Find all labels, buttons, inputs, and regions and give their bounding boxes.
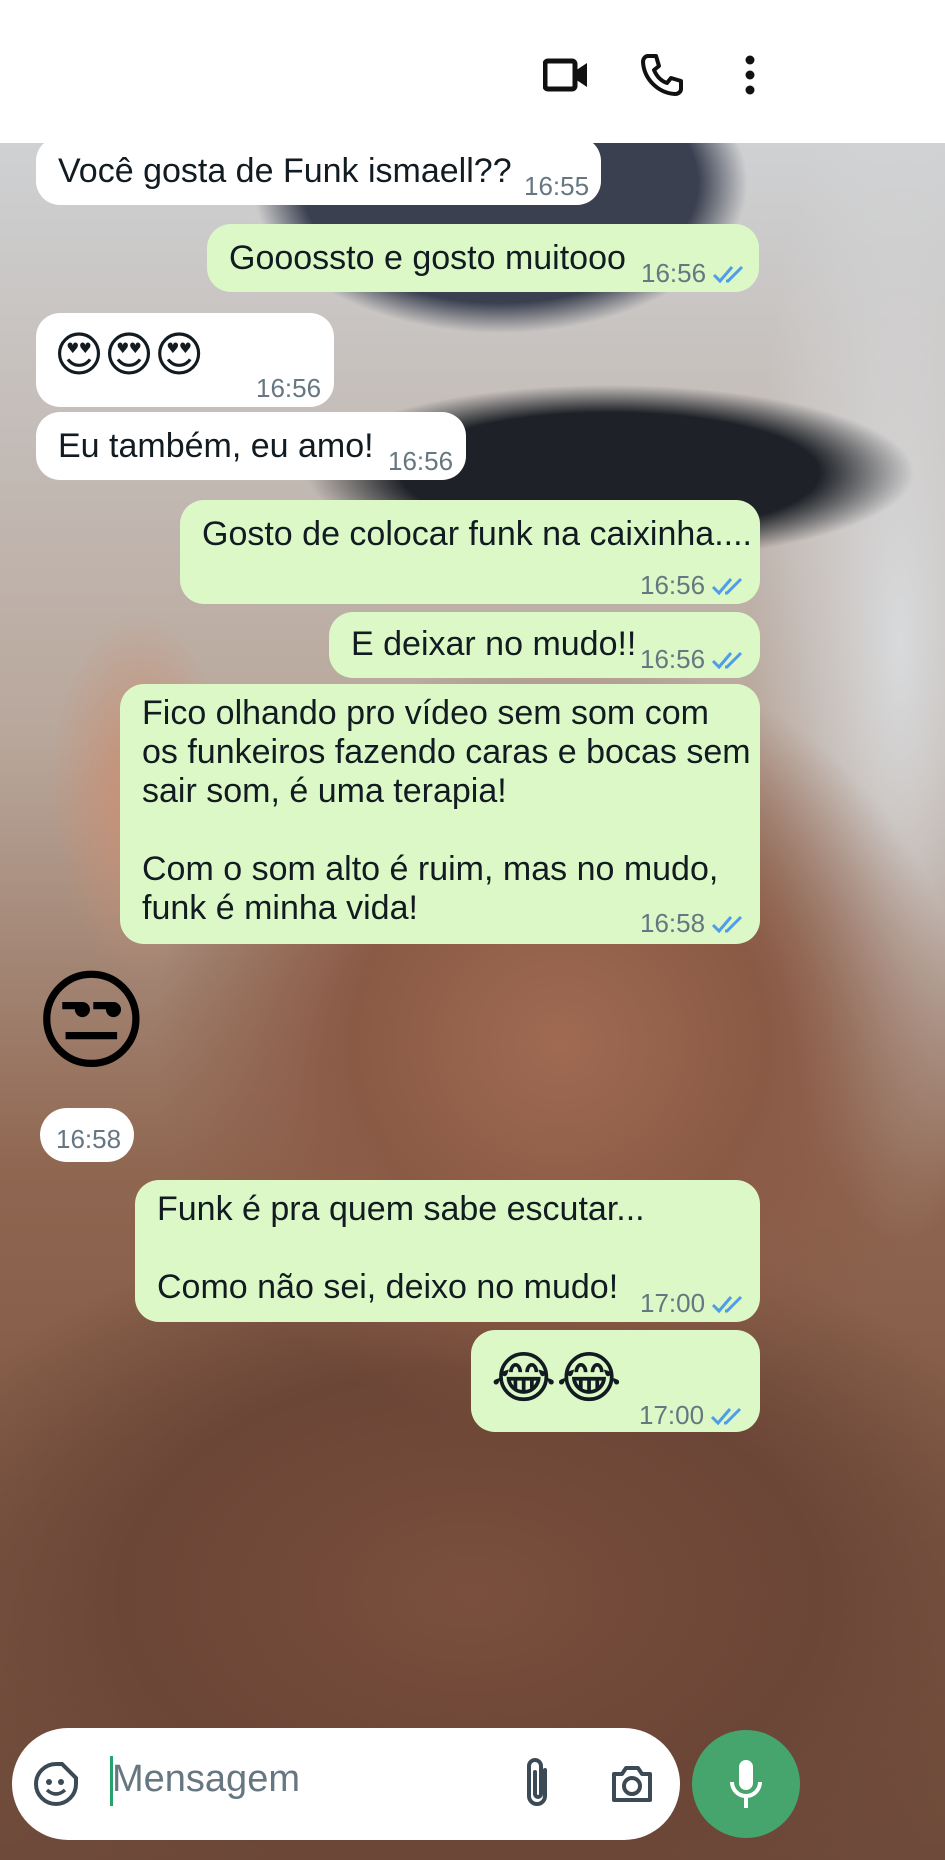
- message-time: 16:58: [56, 1124, 122, 1154]
- message-meta: 16:56: [640, 568, 747, 603]
- read-receipt-icon: [712, 577, 743, 595]
- message-text: E deixar no mudo!!: [351, 625, 637, 663]
- message-meta: 17:00: [639, 1398, 746, 1433]
- video-call-icon[interactable]: [536, 45, 596, 105]
- read-receipt-icon: [712, 915, 743, 933]
- message-time: 17:00: [639, 1400, 705, 1430]
- attach-icon[interactable]: [517, 1756, 557, 1812]
- message-time: 17:00: [640, 1288, 706, 1318]
- read-receipt-icon: [711, 1407, 742, 1425]
- message-bubble-outgoing[interactable]: 😂😂 17:00: [471, 1330, 760, 1432]
- message-composer: Mensagem: [12, 1728, 680, 1840]
- camera-icon[interactable]: [608, 1760, 656, 1808]
- message-bubble-outgoing[interactable]: E deixar no mudo!! 16:56: [329, 612, 760, 678]
- more-options-icon[interactable]: [720, 45, 780, 105]
- message-bubble-incoming[interactable]: Você gosta de Funk ismaell?? 16:55: [36, 137, 601, 205]
- message-bubble-outgoing[interactable]: Fico olhando pro vídeo sem som com os fu…: [120, 684, 760, 944]
- message-time: 16:58: [640, 908, 706, 938]
- message-time: 16:56: [641, 258, 707, 288]
- message-bubble-outgoing[interactable]: Funk é pra quem sabe escutar... Como não…: [135, 1180, 760, 1322]
- message-time-chip: 16:58: [40, 1108, 134, 1162]
- sticker-icon[interactable]: [32, 1760, 80, 1808]
- message-meta: 16:56: [641, 256, 748, 291]
- emoji-text: 😒: [34, 960, 149, 1083]
- message-text: Gooossto e gosto muitooo: [229, 239, 626, 277]
- message-text: Funk é pra quem sabe escutar... Como não…: [157, 1190, 645, 1307]
- read-receipt-icon: [713, 265, 744, 283]
- phone-icon[interactable]: [632, 45, 692, 105]
- message-meta: 16:56: [640, 642, 747, 677]
- read-receipt-icon: [712, 651, 743, 669]
- message-text: Eu também, eu amo!: [58, 427, 374, 465]
- emoji-text: 😍😍😍: [54, 329, 205, 382]
- message-time: 16:56: [640, 644, 706, 674]
- chat-header: [0, 0, 945, 143]
- message-time: 16:56: [256, 373, 322, 403]
- message-time: 16:56: [640, 570, 706, 600]
- message-bubble-outgoing[interactable]: Gosto de colocar funk na caixinha.... 16…: [180, 500, 760, 604]
- message-input[interactable]: Mensagem: [112, 1758, 300, 1801]
- message-text: Você gosta de Funk ismaell??: [58, 152, 512, 190]
- mic-button[interactable]: [692, 1730, 800, 1838]
- message-text: Fico olhando pro vídeo sem som com os fu…: [142, 694, 751, 928]
- message-bubble-incoming[interactable]: 😍😍😍 16:56: [36, 313, 334, 407]
- message-time: 16:55: [524, 171, 590, 201]
- message-time: 16:56: [388, 446, 454, 476]
- read-receipt-icon: [712, 1295, 743, 1313]
- large-emoji-unamused[interactable]: 😒: [34, 967, 158, 1091]
- message-bubble-incoming[interactable]: Eu também, eu amo! 16:56: [36, 412, 466, 480]
- emoji-text: 😂😂: [491, 1346, 622, 1409]
- mic-icon: [730, 1760, 762, 1808]
- message-meta: 17:00: [640, 1286, 747, 1321]
- message-text: Gosto de colocar funk na caixinha....: [202, 515, 752, 553]
- message-bubble-outgoing[interactable]: Gooossto e gosto muitooo 16:56: [207, 224, 759, 292]
- message-meta: 16:58: [640, 906, 747, 941]
